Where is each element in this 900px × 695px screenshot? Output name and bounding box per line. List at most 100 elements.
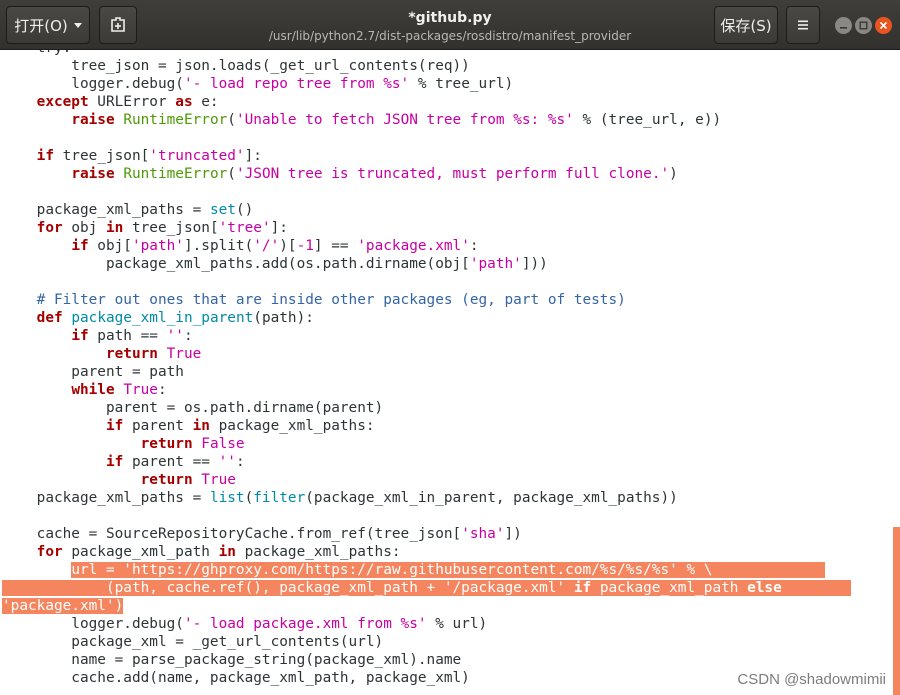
code-token: RuntimeError — [123, 166, 228, 182]
code-line: if obj['path'].split('/')[-1] == 'packag… — [71, 238, 479, 254]
minimize-button[interactable] — [835, 17, 852, 34]
code-token: '' — [166, 328, 184, 344]
code-line: if tree_json['truncated']: — [36, 148, 262, 164]
code-token: 'package.xml' — [2, 598, 115, 614]
code-token: in — [218, 544, 236, 560]
code-token: 'Unable to fetch JSON tree from %s: %s' — [235, 112, 574, 128]
chevron-down-icon — [73, 22, 82, 28]
code-token: in — [105, 220, 124, 236]
selected-text: url = 'https://ghproxy.com/https://raw.g… — [71, 562, 826, 578]
minimize-icon — [840, 27, 847, 29]
watermark: CSDN @shadowmimii — [737, 671, 886, 688]
hamburger-menu-icon — [798, 20, 808, 30]
code-token: '' — [218, 454, 236, 470]
code-token: while — [71, 382, 115, 398]
code-line: raise RuntimeError('Unable to fetch JSON… — [71, 112, 722, 128]
code-line: tree_json = json.loads(_get_url_contents… — [2, 58, 470, 74]
code-line: except URLError as e: — [36, 94, 219, 110]
selection-overflow — [893, 527, 900, 695]
code-line: while True: — [71, 382, 167, 398]
code-token: RuntimeError — [123, 112, 228, 128]
code-line: return True — [2, 471, 851, 489]
save-button-label: 保存(S) — [720, 16, 772, 35]
close-button[interactable] — [875, 17, 892, 34]
code-token: package_xml_in_parent — [71, 310, 254, 326]
code-token: 'sha' — [461, 526, 505, 542]
code-token: if — [105, 454, 124, 470]
code-line: try: — [2, 50, 851, 57]
code-token: True — [201, 472, 236, 488]
code-line: 'package.xml') — [2, 597, 851, 615]
code-token: list — [209, 490, 245, 506]
code-token: return — [105, 346, 158, 362]
code-token: 'truncated' — [149, 148, 245, 164]
code-token: set — [209, 202, 236, 218]
code-line: parent = path — [2, 364, 184, 380]
maximize-icon — [859, 21, 868, 30]
code-line: parent = os.path.dirname(parent) — [2, 400, 384, 416]
hamburger-menu-button[interactable] — [786, 6, 820, 44]
open-button-label: 打开(O) — [14, 16, 68, 35]
window-title-block: *github.py /usr/lib/python2.7/dist-packa… — [240, 9, 660, 44]
code-token: 'https://ghproxy.com/https://raw.githubu… — [123, 562, 678, 578]
code-token: if — [71, 238, 89, 254]
code-token: if — [573, 580, 592, 596]
document-title: *github.py — [408, 10, 492, 26]
code-token: '/package.xml' — [443, 580, 566, 596]
code-token: except — [36, 94, 89, 110]
code-token: def — [36, 310, 63, 326]
code-line: (path, cache.ref(), package_xml_path + '… — [2, 579, 852, 597]
selected-text: (path, cache.ref(), package_xml_path + '… — [2, 580, 852, 596]
code-token: -1 — [296, 238, 314, 254]
code-token: '/' — [253, 238, 280, 254]
code-line: return True — [2, 345, 851, 363]
code-line: if parent in package_xml_paths: — [105, 418, 375, 434]
code-line: logger.debug('- load repo tree from %s' … — [2, 76, 514, 92]
code-editor[interactable]: try: tree_json = json.loads(_get_url_con… — [0, 50, 900, 695]
code-token: if — [71, 328, 89, 344]
code-line: # Filter out ones that are inside other … — [2, 291, 851, 309]
code-token: else — [747, 580, 782, 596]
code-token: '- load package.xml from %s' — [183, 616, 427, 632]
code-token: if — [105, 418, 124, 434]
code-token: filter — [253, 490, 306, 506]
code-line: raise RuntimeError('JSON tree is truncat… — [71, 166, 678, 182]
code-token: 'package.xml' — [357, 238, 470, 254]
code-token: return — [140, 472, 193, 488]
code-line: package_xml_paths = list(filter(package_… — [2, 490, 678, 506]
new-tab-button[interactable] — [99, 6, 137, 44]
code-token: 'tree' — [218, 220, 271, 236]
code-line: if path == '': — [71, 328, 193, 344]
document-path: /usr/lib/python2.7/dist-packages/rosdist… — [268, 29, 632, 43]
open-button[interactable]: 打开(O) — [6, 6, 90, 44]
code-token: False — [201, 436, 245, 452]
code-lines: try: tree_json = json.loads(_get_url_con… — [2, 50, 852, 687]
code-line: package_xml_paths = set() — [2, 202, 254, 218]
code-token: return — [140, 436, 193, 452]
new-document-icon — [111, 17, 125, 32]
code-token: if — [36, 148, 54, 164]
code-token: True — [166, 346, 202, 362]
code-token: for — [36, 544, 63, 560]
code-line: package_xml_paths.add(os.path.dirname(ob… — [2, 256, 548, 272]
save-button[interactable]: 保存(S) — [714, 6, 778, 44]
code-token: in — [192, 418, 210, 434]
code-token: 'JSON tree is truncated, must perform fu… — [235, 166, 670, 182]
code-line: package_xml = _get_url_contents(url) — [2, 634, 384, 650]
code-line: logger.debug('- load package.xml from %s… — [2, 616, 488, 632]
code-token: True — [123, 382, 158, 398]
code-line: if parent == '': — [105, 454, 245, 470]
code-line: return False — [2, 435, 851, 453]
code-token: # Filter out ones that are inside other … — [36, 292, 626, 308]
close-icon — [879, 21, 888, 30]
code-token: 'path' — [469, 256, 522, 272]
code-line: for obj in tree_json['tree']: — [36, 220, 288, 236]
code-token: 'path' — [131, 238, 184, 254]
code-token: as — [175, 94, 193, 110]
maximize-button[interactable] — [855, 17, 872, 34]
code-line: for package_xml_path in package_xml_path… — [36, 544, 401, 560]
